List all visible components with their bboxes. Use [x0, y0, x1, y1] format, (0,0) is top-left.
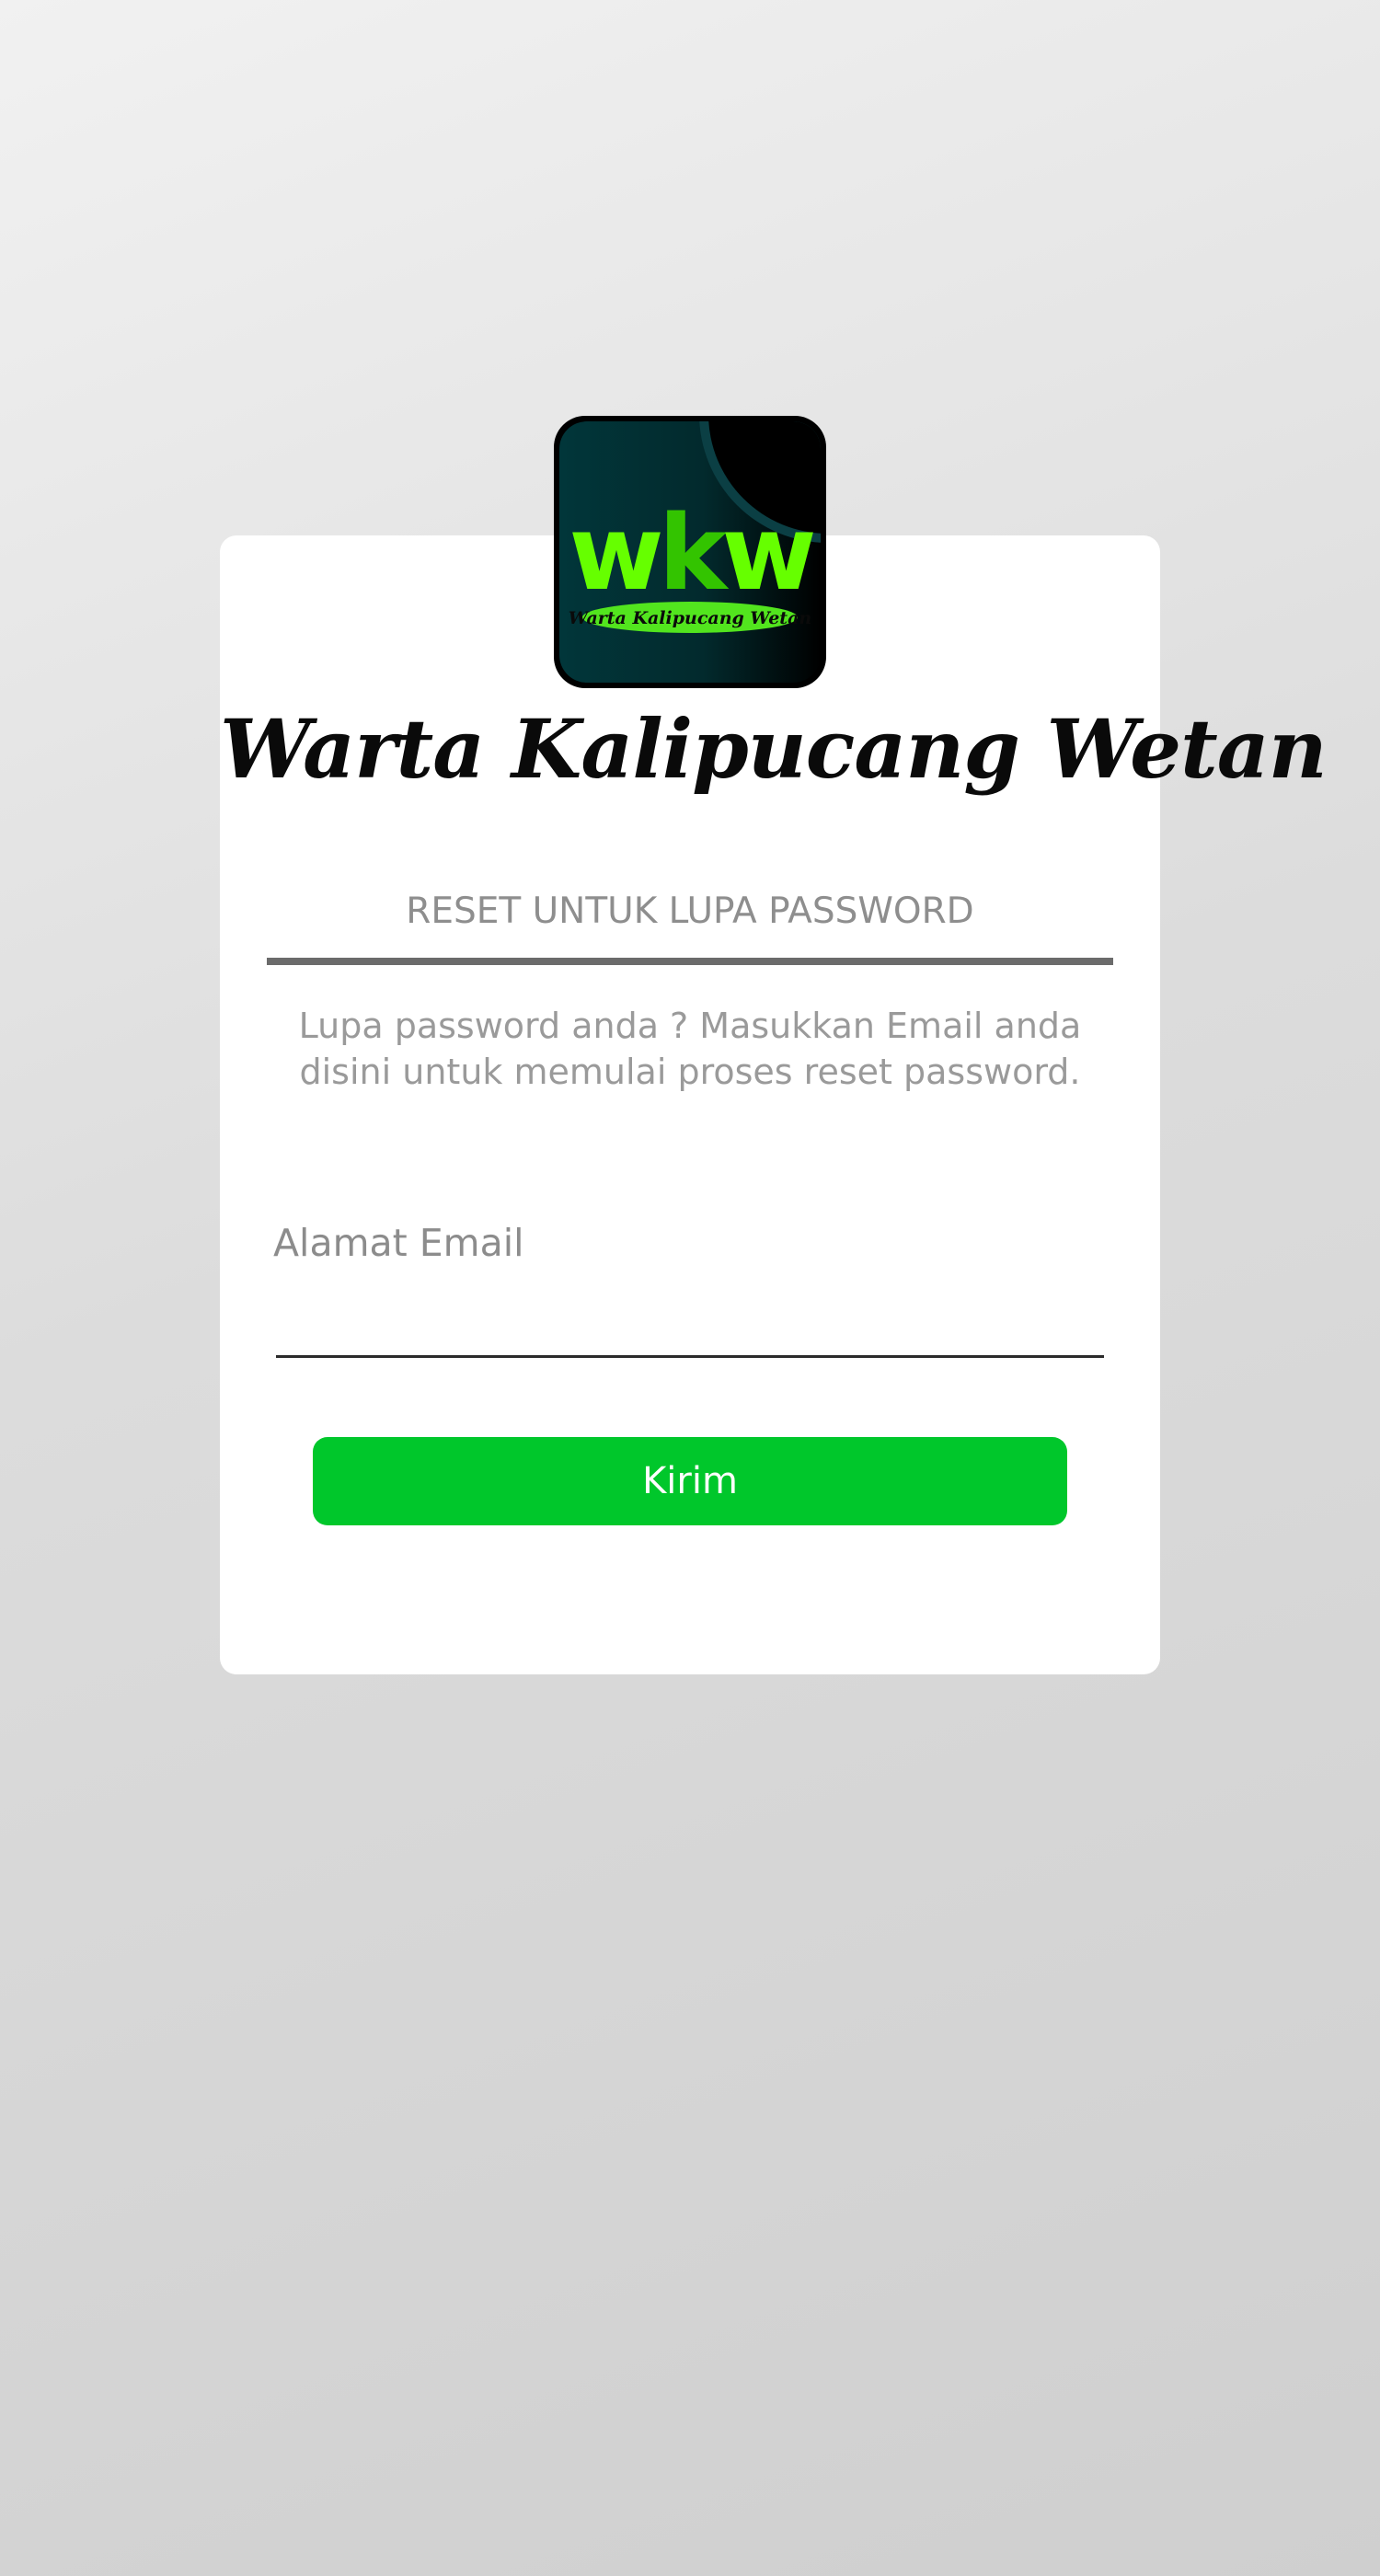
email-field-label: Alamat Email [273, 1221, 524, 1265]
wkw-logo-icon: wkw Warta Kalipucang Wetan [554, 416, 826, 688]
email-field[interactable] [276, 1279, 1104, 1358]
reset-description: Lupa password anda ? Masukkan Email anda… [298, 1006, 1082, 1092]
logo-letters: wkw [569, 494, 813, 614]
app-logo: wkw Warta Kalipucang Wetan [552, 414, 828, 690]
submit-button[interactable]: Kirim [313, 1437, 1067, 1525]
logo-caption: Warta Kalipucang Wetan [569, 608, 811, 628]
brand-title: Warta Kalipucang Wetan [220, 701, 1328, 797]
heading-divider [267, 958, 1113, 965]
reset-heading: RESET UNTUK LUPA PASSWORD [406, 891, 974, 932]
